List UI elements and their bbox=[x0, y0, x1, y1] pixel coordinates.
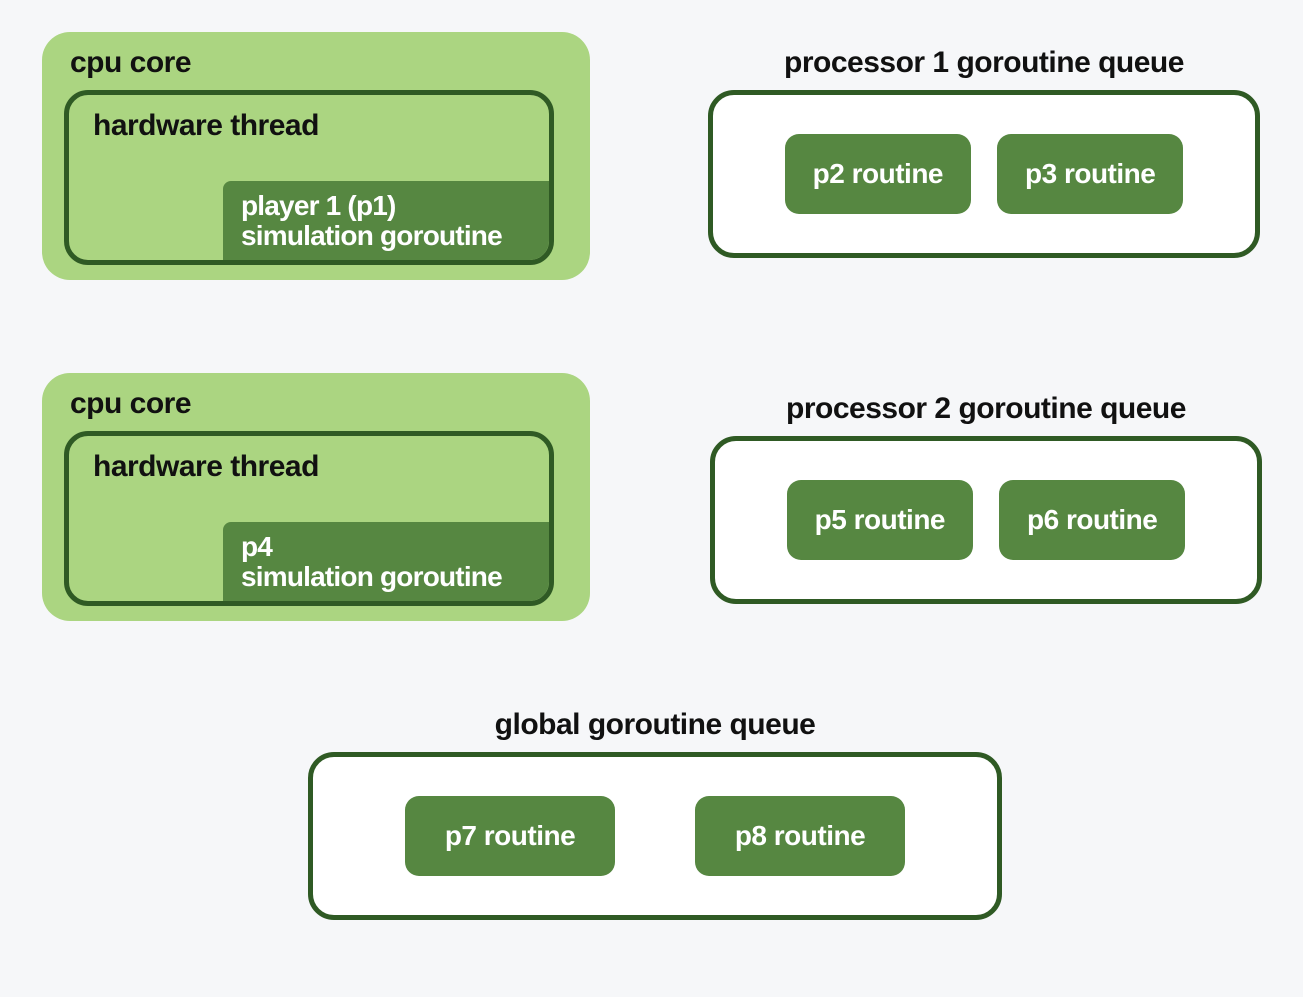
hardware-thread-2: hardware thread p4 simulation goroutine bbox=[64, 431, 554, 606]
processor-1-queue-title: processor 1 goroutine queue bbox=[708, 46, 1260, 80]
cpu-core-1: cpu core hardware thread player 1 (p1) s… bbox=[42, 32, 590, 280]
running-goroutine-1-line2: simulation goroutine bbox=[241, 221, 535, 250]
running-goroutine-2-line2: simulation goroutine bbox=[241, 562, 535, 591]
hardware-thread-2-title: hardware thread bbox=[93, 450, 549, 484]
cpu-core-1-title: cpu core bbox=[70, 46, 568, 80]
queue-item-p6: p6 routine bbox=[999, 480, 1185, 560]
global-queue-box: p7 routine p8 routine bbox=[308, 752, 1002, 920]
queue-item-p7: p7 routine bbox=[405, 796, 615, 876]
queue-item-p2: p2 routine bbox=[785, 134, 971, 214]
cpu-core-2-title: cpu core bbox=[70, 387, 568, 421]
running-goroutine-1-line1: player 1 (p1) bbox=[241, 191, 535, 220]
processor-2-queue-box: p5 routine p6 routine bbox=[710, 436, 1262, 604]
global-queue: global goroutine queue p7 routine p8 rou… bbox=[308, 708, 1002, 920]
running-goroutine-2-line1: p4 bbox=[241, 532, 535, 561]
global-queue-title: global goroutine queue bbox=[308, 708, 1002, 742]
queue-item-p3: p3 routine bbox=[997, 134, 1183, 214]
cpu-core-2: cpu core hardware thread p4 simulation g… bbox=[42, 373, 590, 621]
hardware-thread-1: hardware thread player 1 (p1) simulation… bbox=[64, 90, 554, 265]
processor-2-queue-title: processor 2 goroutine queue bbox=[710, 392, 1262, 426]
running-goroutine-1: player 1 (p1) simulation goroutine bbox=[223, 181, 553, 264]
processor-2-queue: processor 2 goroutine queue p5 routine p… bbox=[710, 392, 1262, 604]
queue-item-p8: p8 routine bbox=[695, 796, 905, 876]
running-goroutine-2: p4 simulation goroutine bbox=[223, 522, 553, 605]
hardware-thread-1-title: hardware thread bbox=[93, 109, 549, 143]
processor-1-queue-box: p2 routine p3 routine bbox=[708, 90, 1260, 258]
queue-item-p5: p5 routine bbox=[787, 480, 973, 560]
processor-1-queue: processor 1 goroutine queue p2 routine p… bbox=[708, 46, 1260, 258]
